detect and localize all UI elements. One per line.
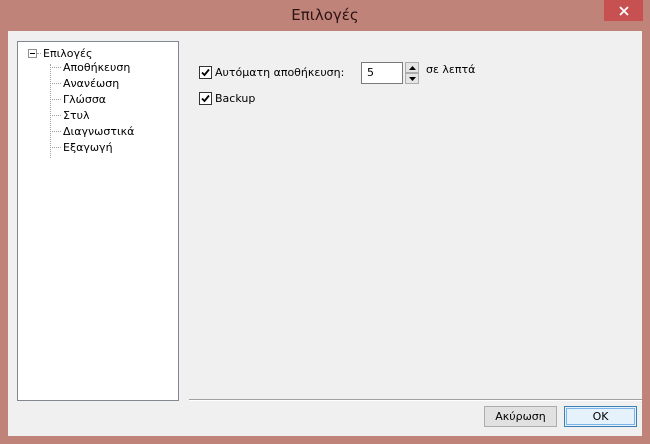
tree-item-language[interactable]: Γλώσσα <box>50 91 106 107</box>
spin-up-button[interactable] <box>405 62 419 73</box>
checkmark-icon <box>201 68 210 76</box>
backup-label: Backup <box>215 91 256 105</box>
close-button[interactable] <box>604 0 643 21</box>
autosave-label: Αυτόματη αποθήκευση: <box>215 65 345 79</box>
autosave-checkbox[interactable] <box>199 65 212 79</box>
backup-checkbox[interactable] <box>199 91 212 105</box>
cancel-button[interactable]: Ακύρωση <box>484 406 557 427</box>
window-title: Επιλογές <box>291 6 359 24</box>
tree-item-refresh[interactable]: Ανανέωση <box>50 75 119 91</box>
spin-down-button[interactable] <box>405 73 419 84</box>
tree-item-export[interactable]: Εξαγωγή <box>50 139 113 155</box>
up-arrow-icon <box>408 65 416 70</box>
tree-item-label: Γλώσσα <box>63 92 107 106</box>
checkmark-icon <box>201 94 210 102</box>
tree-connector <box>50 98 61 100</box>
options-tree[interactable]: Επιλογές Αποθήκευση Ανανέωση Γλώσσα Στυλ <box>17 41 179 401</box>
interval-units-label: σε λεπτά <box>426 63 476 76</box>
tree-connector <box>37 52 41 54</box>
collapse-icon[interactable] <box>28 48 37 58</box>
tree-item-style[interactable]: Στυλ <box>50 107 89 123</box>
tree-connector <box>50 146 61 148</box>
tree-item-label: Εξαγωγή <box>63 140 113 154</box>
close-icon <box>618 5 629 16</box>
ok-button[interactable]: OK <box>564 406 637 427</box>
options-dialog: Επιλογές Επιλογές Αποθήκευση Ανανέωση Γλ… <box>0 0 650 444</box>
autosave-interval-stepper[interactable]: 5 <box>361 62 419 84</box>
dialog-client-area: Επιλογές Αποθήκευση Ανανέωση Γλώσσα Στυλ <box>8 31 642 436</box>
tree-connector <box>50 114 61 116</box>
title-bar[interactable]: Επιλογές <box>0 0 650 31</box>
tree-root-label: Επιλογές <box>43 46 93 60</box>
cancel-button-label: Ακύρωση <box>495 410 546 423</box>
autosave-option[interactable]: Αυτόματη αποθήκευση: <box>199 65 344 79</box>
tree-item-diagnostics[interactable]: Διαγνωστικά <box>50 123 134 139</box>
footer-separator <box>189 399 642 401</box>
tree-item-save[interactable]: Αποθήκευση <box>50 59 130 75</box>
tree-item-label: Διαγνωστικά <box>63 124 135 138</box>
tree-connector <box>50 66 61 68</box>
tree-connector <box>50 130 61 132</box>
down-arrow-icon <box>408 76 416 81</box>
tree-item-label: Αποθήκευση <box>63 60 131 74</box>
tree-connector <box>50 82 61 84</box>
ok-button-label: OK <box>592 410 609 423</box>
tree-item-label: Ανανέωση <box>63 76 120 90</box>
backup-option[interactable]: Backup <box>199 91 255 105</box>
tree-item-label: Στυλ <box>63 108 90 122</box>
autosave-interval-input[interactable]: 5 <box>361 62 403 84</box>
